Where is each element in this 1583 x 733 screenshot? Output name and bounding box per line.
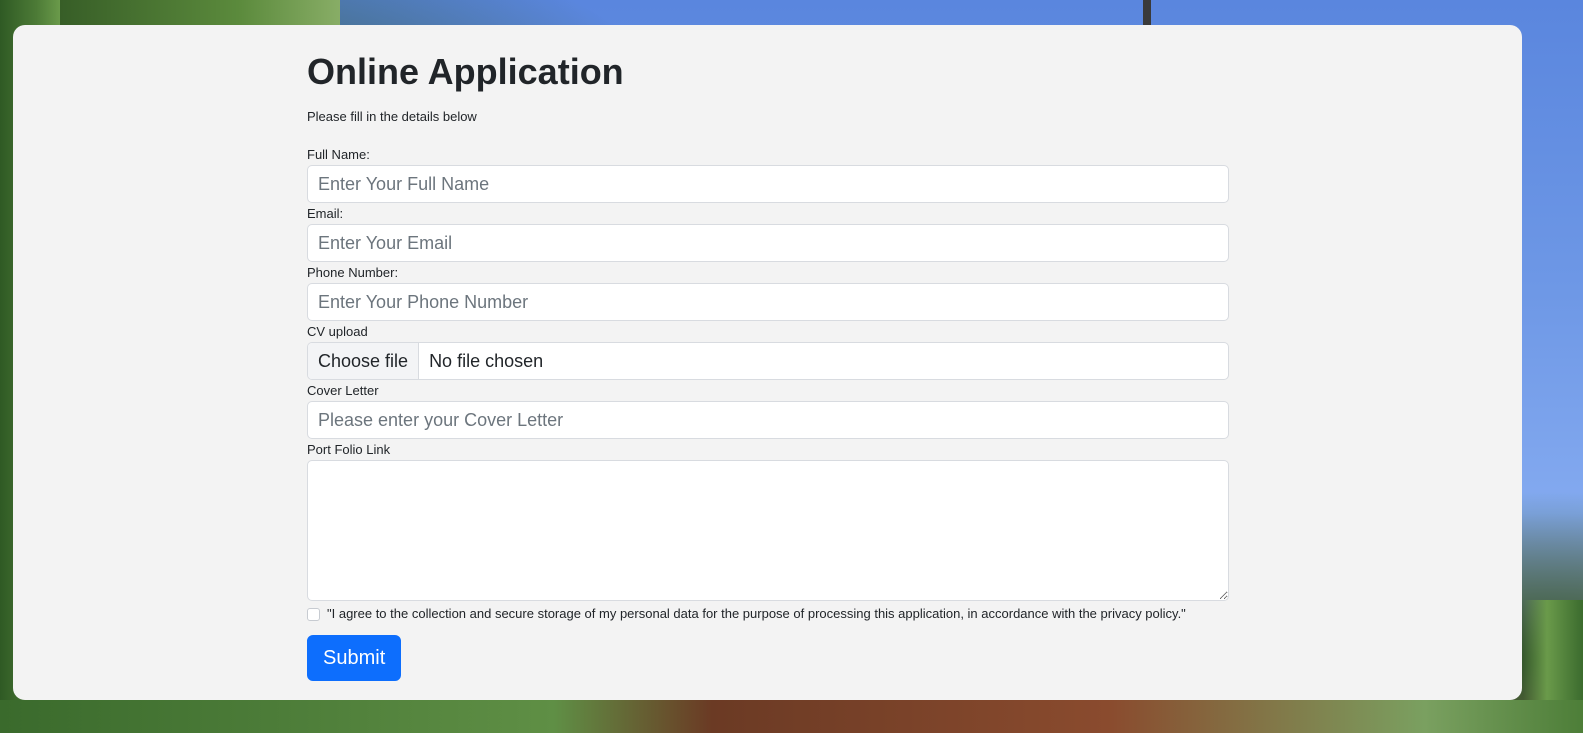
page-title: Online Application	[307, 51, 624, 92]
consent-text: "I agree to the collection and secure st…	[327, 606, 1186, 621]
consent-row: "I agree to the collection and secure st…	[307, 606, 1229, 622]
phone-input[interactable]	[307, 283, 1229, 321]
cv-upload-label: CV upload	[307, 324, 368, 339]
file-status: No file chosen	[429, 350, 544, 371]
full-name-label: Full Name:	[307, 147, 370, 162]
background-lamp-post	[1143, 0, 1151, 25]
full-name-input[interactable]	[307, 165, 1229, 203]
cv-upload-input[interactable]: Choose file No file chosen	[307, 342, 1229, 380]
email-input[interactable]	[307, 224, 1229, 262]
application-form: Online Application Please fill in the de…	[307, 25, 1229, 681]
background-building	[0, 700, 1583, 733]
phone-label: Phone Number:	[307, 265, 399, 280]
email-label: Email:	[307, 206, 344, 221]
page-subtitle: Please fill in the details below	[307, 109, 477, 124]
portfolio-textarea[interactable]	[307, 460, 1229, 601]
choose-file-button[interactable]: Choose file	[308, 343, 420, 379]
submit-button[interactable]: Submit	[307, 635, 402, 681]
cover-letter-label: Cover Letter	[307, 383, 379, 398]
consent-checkbox[interactable]	[307, 607, 320, 621]
application-card: Online Application Please fill in the de…	[13, 25, 1522, 700]
portfolio-label: Port Folio Link	[307, 442, 391, 457]
cover-letter-input[interactable]	[307, 401, 1229, 439]
